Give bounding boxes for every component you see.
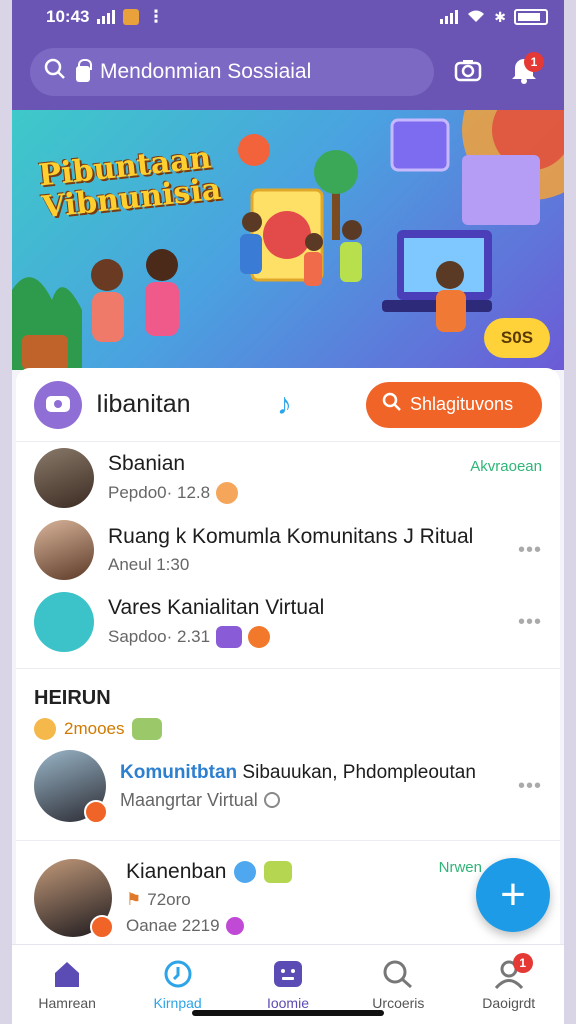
- nav-label: Kirnpad: [153, 994, 202, 1011]
- nav-item-chat[interactable]: Ioomie: [238, 959, 338, 1011]
- nav-item-search[interactable]: Urcoeris: [348, 959, 448, 1011]
- nav-label: Hamrean: [38, 994, 96, 1011]
- search-bar[interactable]: Mendonmian Sossiaial: [30, 48, 434, 96]
- wifi-icon: [466, 8, 486, 27]
- banner-badge[interactable]: S0S: [484, 318, 550, 358]
- feed-item-subtitle: Maangrtar Virtual: [120, 789, 258, 810]
- avatar: [34, 859, 114, 939]
- feed-item[interactable]: Komunitbtan Sibauukan, Phdompleoutan Maa…: [16, 750, 560, 824]
- search-icon: [383, 960, 413, 988]
- avatar: [34, 750, 108, 824]
- nav-label: Daoigrdt: [482, 994, 536, 1011]
- hero-banner[interactable]: Pibuntaan Vibnunisia S0S: [12, 110, 564, 370]
- feed-item-title: Kianenban: [126, 860, 227, 883]
- search-text: Mendonmian Sossiaial: [100, 60, 312, 83]
- list-item[interactable]: Vares Kanialitan Virtual Sapdoo· 2.31 ••…: [16, 586, 560, 658]
- search-icon: [382, 392, 402, 417]
- chat-icon: [273, 960, 302, 987]
- flag-icon: ⚑: [126, 890, 142, 909]
- feed-item-subtitle: 72oro: [147, 890, 191, 909]
- more-dots-icon: ⋮: [147, 7, 165, 26]
- list-item-subtitle: Sapdoo· 2.31: [108, 627, 211, 646]
- feed-item-link[interactable]: Komunitbtan: [120, 762, 237, 783]
- badge-icon: [90, 915, 114, 939]
- content-panel: Iibanitan ♪ Shlagituvons Sbanian Pepdo0·…: [16, 368, 560, 668]
- badge-icon: [84, 800, 108, 824]
- info-icon: [263, 792, 280, 808]
- sticker-icon: [264, 861, 293, 883]
- list-item-title: Sbanian: [108, 452, 186, 475]
- signal-icon: [97, 10, 116, 24]
- panel-title: Iibanitan: [96, 390, 191, 418]
- nav-item-home[interactable]: Hamrean: [17, 959, 117, 1011]
- feed-item-date: Oanae 2219: [126, 916, 220, 935]
- list-item-title: Ruang k Komumla Komunitans J Ritual: [108, 525, 474, 548]
- community-logo[interactable]: [34, 380, 82, 429]
- more-options-icon[interactable]: •••: [518, 611, 542, 634]
- cell-signal-icon: [440, 10, 459, 24]
- search-icon: [44, 58, 66, 86]
- list-item[interactable]: Sbanian Pepdo0· 12.8 Akvraoean: [16, 442, 560, 514]
- list-item-title: Vares Kanialitan Virtual: [108, 596, 325, 619]
- nav-label: Urcoeris: [372, 994, 425, 1011]
- reaction-icon: [216, 482, 239, 504]
- feed-item-title: Komunitbtan Sibauukan, Phdompleoutan: [120, 761, 476, 783]
- status-time: 10:43: [46, 7, 90, 26]
- music-note-icon[interactable]: ♪: [277, 388, 292, 422]
- profile-badge: 1: [512, 952, 533, 973]
- lock-icon: [76, 59, 92, 82]
- status-bar: 10:43 ⋮ ✱: [12, 0, 564, 34]
- camera-button[interactable]: [446, 50, 490, 94]
- add-button[interactable]: +: [476, 858, 550, 932]
- section-title: HEIRUN: [34, 687, 111, 709]
- chat-bubble-icon: [46, 395, 70, 412]
- more-options-icon[interactable]: •••: [518, 775, 542, 798]
- section-tag: 2mooes: [64, 719, 125, 738]
- camera-icon: [454, 58, 482, 87]
- app-notification-icon: [123, 9, 140, 25]
- list-item-status: Akvraoean: [470, 458, 542, 475]
- avatar: [34, 448, 94, 508]
- avatar: [34, 520, 94, 580]
- clock-icon: [164, 960, 192, 987]
- notifications-button[interactable]: 1: [502, 50, 546, 94]
- notification-badge: 1: [524, 52, 544, 72]
- emoji-icon: [234, 861, 257, 883]
- nav-item-profile[interactable]: 1 Daoigrdt: [459, 952, 559, 1011]
- home-indicator[interactable]: [192, 1010, 384, 1016]
- search-community-label: Shlagituvons: [410, 394, 514, 414]
- home-icon: [55, 961, 80, 987]
- feed-item-status: Nrwen: [438, 859, 482, 876]
- section-tags: 2mooes: [16, 718, 560, 740]
- list-item[interactable]: Ruang k Komumla Komunitans J Ritual Aneu…: [16, 514, 560, 586]
- app-header: Mendonmian Sossiaial 1: [12, 34, 564, 110]
- battery-icon: [514, 9, 548, 25]
- emoji-icon: [34, 718, 56, 740]
- feed-section: HEIRUN 2mooes Komunitbtan Sibauukan, Phd…: [16, 668, 560, 958]
- nav-label: Ioomie: [266, 994, 309, 1011]
- phone-screen: 10:43 ⋮ ✱ Mendonmian Sossiaial 1 Pibunta…: [12, 0, 564, 1024]
- location-icon: [225, 917, 244, 935]
- plus-icon: +: [500, 870, 526, 919]
- sticker-icon: [132, 718, 163, 740]
- emoji-icon: [248, 626, 271, 648]
- panel-header: Iibanitan ♪ Shlagituvons: [16, 368, 560, 442]
- banner-illustration: [12, 110, 564, 370]
- avatar: [34, 592, 94, 652]
- nav-item-timeline[interactable]: Kirnpad: [128, 959, 228, 1011]
- list-item-subtitle: Pepdo0· 12.8: [108, 483, 211, 502]
- sticker-icon: [216, 626, 243, 648]
- bluetooth-icon: ✱: [494, 8, 506, 25]
- search-community-button[interactable]: Shlagituvons: [366, 381, 542, 428]
- more-options-icon[interactable]: •••: [518, 539, 542, 562]
- list-item-subtitle: Aneul 1:30: [108, 555, 190, 574]
